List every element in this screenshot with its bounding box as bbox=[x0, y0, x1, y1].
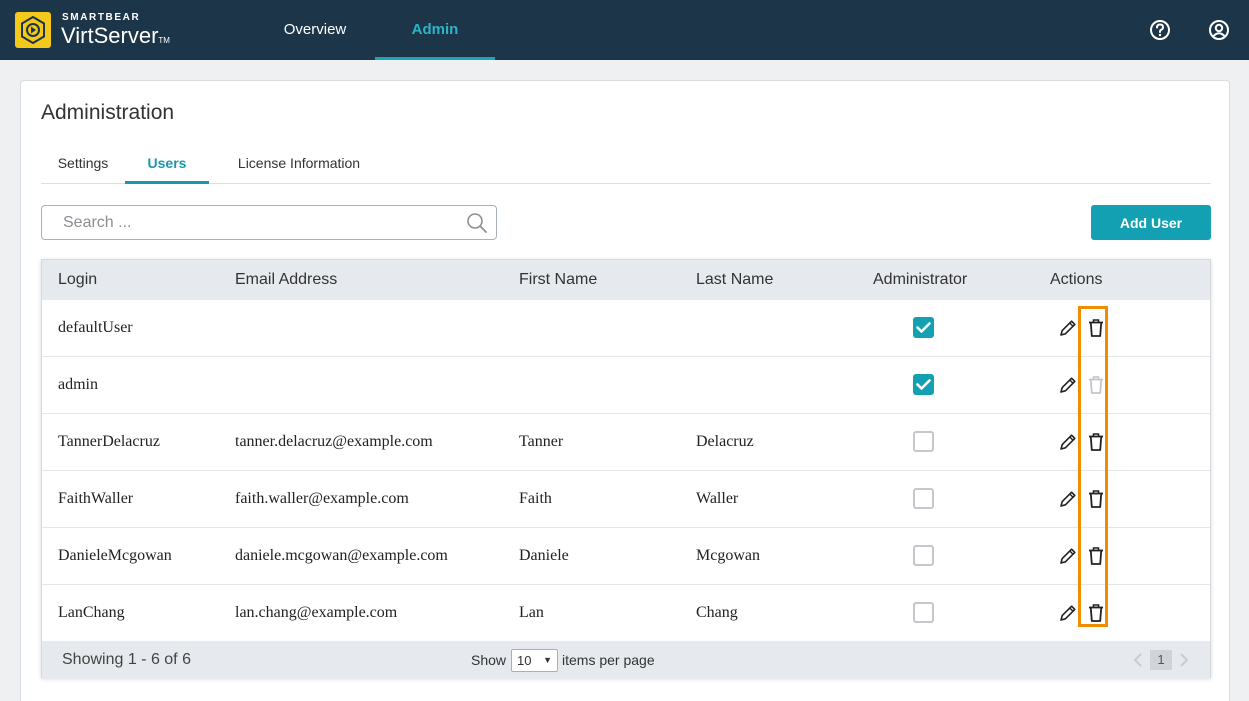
tab-settings[interactable]: Settings bbox=[41, 145, 125, 184]
last-name-cell: Mcgowan bbox=[696, 547, 760, 564]
edit-pencil-icon[interactable] bbox=[1058, 603, 1078, 623]
edit-pencil-icon[interactable] bbox=[1058, 375, 1078, 395]
help-icon[interactable] bbox=[1149, 19, 1171, 41]
delete-trash-icon[interactable] bbox=[1087, 318, 1105, 338]
page-size-value: 10 bbox=[517, 653, 532, 668]
table-header: Login Email Address First Name Last Name… bbox=[42, 260, 1210, 300]
table-row: admin bbox=[42, 357, 1210, 414]
nav-tab-admin[interactable]: Admin bbox=[375, 0, 495, 60]
edit-pencil-icon[interactable] bbox=[1058, 546, 1078, 566]
email-cell: daniele.mcgowan@example.com bbox=[235, 547, 448, 564]
showing-count: Showing 1 - 6 of 6 bbox=[62, 651, 191, 668]
delete-trash-icon bbox=[1089, 376, 1103, 394]
login-cell: TannerDelacruz bbox=[58, 433, 160, 450]
administrator-checkbox[interactable] bbox=[913, 317, 934, 338]
search-icon[interactable] bbox=[466, 212, 488, 234]
brand-trademark: TM bbox=[158, 36, 170, 45]
edit-pencil-icon[interactable] bbox=[1058, 318, 1078, 338]
table-row: TannerDelacruz tanner.delacruz@example.co… bbox=[42, 414, 1210, 471]
first-name-cell: Tanner bbox=[519, 433, 564, 450]
current-page-number[interactable]: 1 bbox=[1150, 650, 1172, 670]
edit-pencil-icon[interactable] bbox=[1058, 432, 1078, 452]
administrator-checkbox[interactable] bbox=[913, 488, 934, 509]
first-name-cell: Faith bbox=[519, 490, 552, 507]
table-row: FaithWaller faith.waller@example.com Faith… bbox=[42, 471, 1210, 528]
table-row: LanChang lan.chang@example.com Lan Chang bbox=[42, 585, 1210, 642]
email-cell: faith.waller@example.com bbox=[235, 490, 409, 507]
search-box bbox=[41, 205, 497, 240]
login-cell: FaithWaller bbox=[58, 490, 134, 507]
last-name-cell: Chang bbox=[696, 604, 738, 621]
brand-company: SMARTBEAR bbox=[62, 12, 141, 23]
column-header-login[interactable]: Login bbox=[58, 260, 97, 300]
brand-product-name: VirtServer bbox=[61, 23, 159, 48]
last-name-cell: Waller bbox=[696, 490, 739, 507]
top-bar: SMARTBEAR VirtServerTM Overview Admin bbox=[0, 0, 1249, 60]
column-header-actions: Actions bbox=[1050, 271, 1103, 288]
login-cell: LanChang bbox=[58, 604, 125, 621]
page-size-select[interactable]: 10 ▼ bbox=[511, 649, 558, 672]
users-table: Login Email Address First Name Last Name… bbox=[41, 259, 1211, 679]
column-header-email[interactable]: Email Address bbox=[235, 260, 337, 300]
previous-page-icon[interactable] bbox=[1133, 653, 1143, 667]
edit-pencil-icon[interactable] bbox=[1058, 489, 1078, 509]
delete-trash-icon[interactable] bbox=[1087, 603, 1105, 623]
administrator-checkbox[interactable] bbox=[913, 545, 934, 566]
show-label: Show bbox=[471, 652, 507, 668]
next-page-icon[interactable] bbox=[1179, 653, 1189, 667]
page-title: Administration bbox=[41, 101, 175, 124]
add-user-button[interactable]: Add User bbox=[1091, 205, 1211, 240]
brand-product: VirtServerTM bbox=[61, 23, 170, 49]
table-row: DanieleMcgowan daniele.mcgowan@example.co… bbox=[42, 528, 1210, 585]
login-cell: admin bbox=[58, 376, 98, 393]
caret-down-icon: ▼ bbox=[543, 655, 552, 665]
column-header-last-name[interactable]: Last Name bbox=[696, 260, 773, 300]
nav-tab-overview[interactable]: Overview bbox=[255, 0, 375, 60]
column-header-administrator[interactable]: Administrator bbox=[873, 260, 967, 300]
tab-license-information[interactable]: License Information bbox=[209, 145, 389, 184]
first-name-cell: Lan bbox=[519, 604, 544, 621]
administrator-checkbox[interactable] bbox=[913, 602, 934, 623]
email-cell: tanner.delacruz@example.com bbox=[235, 433, 433, 450]
administration-card: Administration Settings Users License In… bbox=[20, 80, 1230, 701]
email-cell: lan.chang@example.com bbox=[235, 604, 398, 621]
delete-trash-icon[interactable] bbox=[1087, 489, 1105, 509]
administrator-checkbox[interactable] bbox=[913, 431, 934, 452]
login-cell: DanieleMcgowan bbox=[58, 547, 172, 564]
delete-trash-icon[interactable] bbox=[1087, 546, 1105, 566]
admin-tabs: Settings Users License Information bbox=[41, 145, 1211, 184]
user-account-icon[interactable] bbox=[1208, 19, 1230, 41]
first-name-cell: Daniele bbox=[519, 547, 569, 564]
column-header-first-name[interactable]: First Name bbox=[519, 260, 597, 300]
tab-users[interactable]: Users bbox=[125, 145, 209, 184]
items-per-page-label: items per page bbox=[562, 652, 655, 668]
administrator-checkbox[interactable] bbox=[913, 374, 934, 395]
search-input[interactable] bbox=[42, 206, 452, 239]
last-name-cell: Delacruz bbox=[696, 433, 754, 450]
table-footer: Showing 1 - 6 of 6 Show 10 ▼ items per p… bbox=[42, 641, 1210, 679]
smartbear-logo-icon bbox=[15, 12, 51, 48]
table-row: defaultUser bbox=[42, 300, 1210, 357]
delete-trash-icon[interactable] bbox=[1087, 432, 1105, 452]
login-cell: defaultUser bbox=[58, 319, 133, 336]
